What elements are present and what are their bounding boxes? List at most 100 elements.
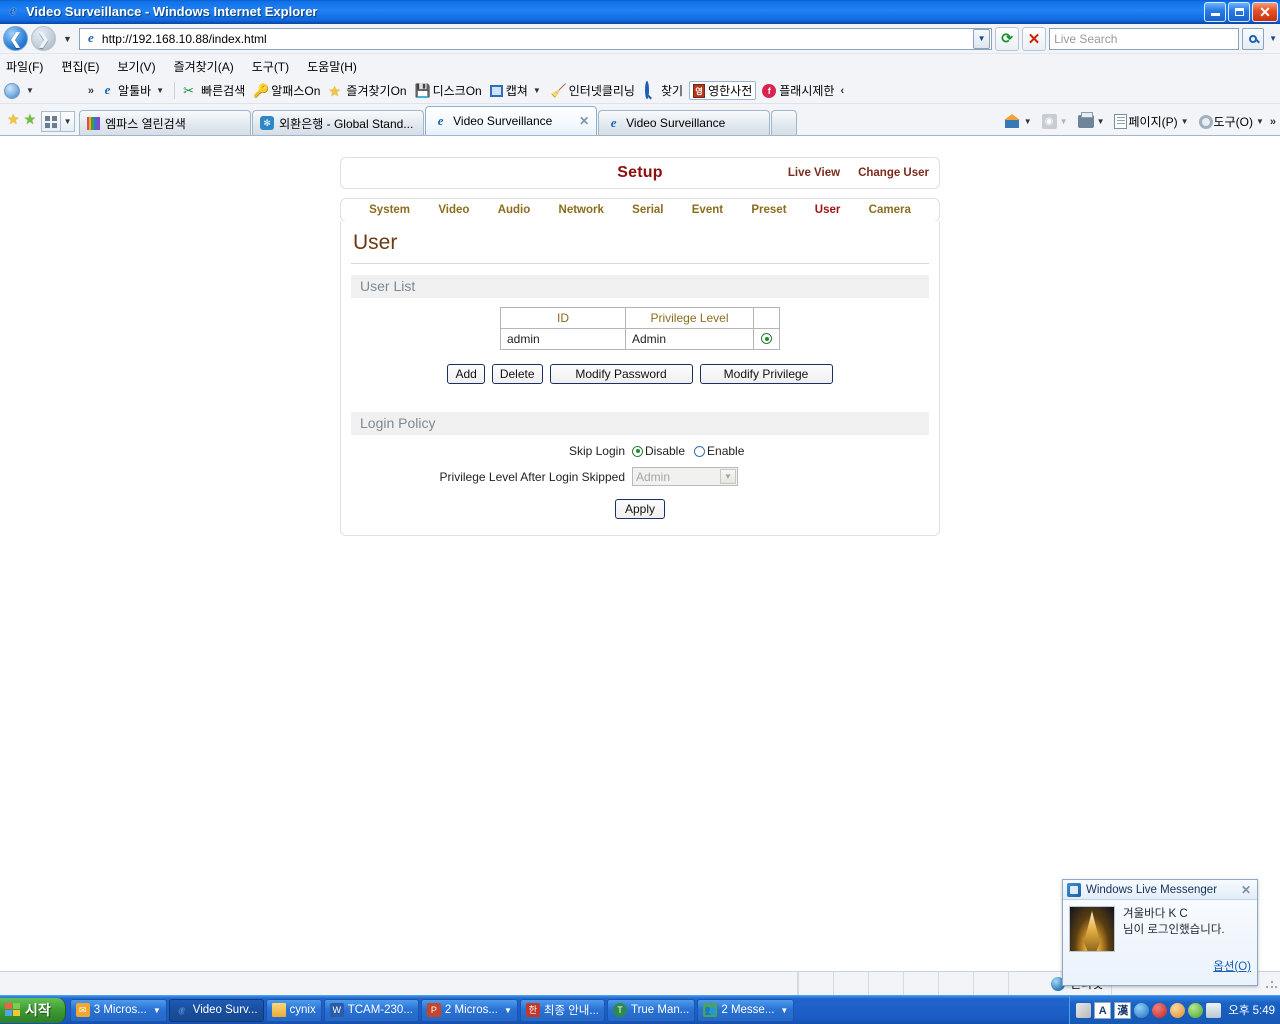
- back-icon[interactable]: [1134, 1002, 1150, 1018]
- radio-disable[interactable]: [632, 445, 643, 457]
- nav-item-camera[interactable]: Camera: [869, 204, 911, 216]
- back-button[interactable]: ❮: [3, 26, 28, 51]
- toolbar-overflow-icon[interactable]: »: [1267, 116, 1276, 128]
- chevron-down-icon[interactable]: ▼: [1179, 117, 1191, 126]
- row-select-radio[interactable]: [761, 333, 772, 344]
- task-tcam-document[interactable]: W TCAM-230...: [323, 998, 419, 1022]
- recent-pages-dropdown-icon[interactable]: ▼: [59, 34, 76, 44]
- menu-item-file[interactable]: 파일(F): [6, 58, 43, 75]
- options-link[interactable]: 옵션(O): [1213, 961, 1251, 973]
- favorites-star-icon[interactable]: ★: [7, 111, 20, 128]
- toolbar-item-quicksearch[interactable]: ✂ 빠른검색: [181, 81, 247, 100]
- toolbar-item-disk-on[interactable]: 💾 디스크On: [413, 81, 484, 100]
- start-button[interactable]: 시작: [0, 997, 66, 1023]
- privilege-level-select[interactable]: Admin ▼: [632, 467, 738, 486]
- nav-item-network[interactable]: Network: [559, 204, 604, 216]
- tab-list-dropdown-icon[interactable]: ▼: [61, 111, 76, 132]
- page-menu-label[interactable]: 페이지(P): [1128, 113, 1177, 130]
- chevron-down-icon[interactable]: ▼: [531, 86, 543, 95]
- nav-item-event[interactable]: Event: [692, 204, 723, 216]
- forward-button[interactable]: ❯: [31, 26, 56, 51]
- toolbar-item-favorites-on[interactable]: ★ 즐겨찾기On: [326, 81, 408, 100]
- task-video-surveillance[interactable]: e Video Surv...: [168, 998, 264, 1022]
- tab-empas[interactable]: 엠파스 열린검색: [79, 110, 252, 135]
- clock[interactable]: 오후 5:49: [1224, 1002, 1275, 1018]
- print-icon[interactable]: [1077, 112, 1094, 128]
- nav-item-system[interactable]: System: [369, 204, 410, 216]
- refresh-button[interactable]: ⟳: [995, 26, 1020, 51]
- add-button[interactable]: Add: [447, 364, 485, 384]
- shield-icon[interactable]: [1188, 1002, 1204, 1018]
- tools-menu-label[interactable]: 도구(O): [1214, 113, 1253, 130]
- change-user-link[interactable]: Change User: [858, 167, 929, 179]
- toolbar-item-internet-cleaning[interactable]: 🧹 인터넷클리닝: [549, 81, 637, 100]
- nav-item-serial[interactable]: Serial: [632, 204, 663, 216]
- chevron-down-icon[interactable]: ▼: [778, 1006, 788, 1015]
- nav-item-user[interactable]: User: [815, 204, 841, 216]
- quick-tabs-icon[interactable]: [41, 111, 62, 132]
- task-final-notice[interactable]: 한 최종 안내...: [519, 998, 605, 1022]
- close-tab-icon[interactable]: ✕: [573, 114, 589, 128]
- delete-button[interactable]: Delete: [491, 364, 543, 384]
- toolbar-options-dropdown-icon[interactable]: ▼: [24, 86, 36, 95]
- tab-video-surveillance-2[interactable]: e Video Surveillance: [598, 110, 771, 135]
- minimize-button[interactable]: [1204, 2, 1226, 22]
- live-view-link[interactable]: Live View: [788, 167, 840, 179]
- toolbar-item-capture[interactable]: 캡쳐 ▼: [488, 81, 545, 100]
- update-icon[interactable]: [1170, 1002, 1186, 1018]
- apply-button[interactable]: Apply: [614, 499, 666, 519]
- nav-item-video[interactable]: Video: [438, 204, 469, 216]
- address-bar[interactable]: e http://192.168.10.88/index.html ▼: [78, 27, 993, 50]
- task-microsoft-group[interactable]: P 2 Micros... ▼: [420, 998, 518, 1022]
- search-input[interactable]: Live Search: [1049, 27, 1240, 50]
- ime-hanja-indicator[interactable]: 漢: [1114, 1001, 1132, 1019]
- restore-button[interactable]: [1228, 2, 1250, 22]
- address-dropdown-icon[interactable]: ▼: [973, 28, 991, 49]
- task-outlook[interactable]: ✉ 3 Micros... ▼: [69, 998, 167, 1022]
- menu-item-tools[interactable]: 도구(T): [252, 58, 289, 75]
- toolbar-overflow-icon[interactable]: »: [88, 85, 94, 97]
- menu-item-edit[interactable]: 편집(E): [61, 58, 99, 75]
- rss-feed-icon[interactable]: ◉: [1041, 114, 1057, 129]
- toolbar-more-icon[interactable]: ‹: [840, 85, 844, 97]
- modify-privilege-button[interactable]: Modify Privilege: [699, 364, 833, 384]
- toolbar-item-find[interactable]: 찾기: [641, 81, 685, 100]
- task-cynix-folder[interactable]: cynix: [265, 998, 322, 1022]
- chevron-down-icon[interactable]: ▼: [720, 469, 736, 484]
- messenger-toast[interactable]: Windows Live Messenger ✕ 겨울바다 K C 님이 로그인…: [1062, 879, 1258, 986]
- chevron-down-icon[interactable]: ▼: [502, 1006, 512, 1015]
- radio-enable[interactable]: [694, 445, 706, 457]
- nav-item-audio[interactable]: Audio: [498, 204, 531, 216]
- clipboard-icon[interactable]: [1206, 1002, 1222, 1018]
- home-icon[interactable]: [1003, 114, 1021, 129]
- stop-button[interactable]: ✕: [1022, 26, 1047, 51]
- cell-select[interactable]: [753, 328, 780, 350]
- search-provider-dropdown-icon[interactable]: ▼: [1267, 34, 1277, 43]
- close-icon[interactable]: ✕: [1241, 883, 1253, 897]
- resize-grip[interactable]: [1262, 975, 1278, 992]
- tab-video-surveillance-active[interactable]: e Video Surveillance ✕: [425, 106, 598, 135]
- chevron-down-icon[interactable]: ▼: [1254, 117, 1266, 126]
- menu-item-view[interactable]: 보기(V): [117, 58, 155, 75]
- chevron-down-icon[interactable]: ▼: [151, 1006, 161, 1015]
- skip-login-disable-option[interactable]: Disable: [632, 444, 685, 458]
- tab-keb-bank[interactable]: ✻ 외환은행 - Global Stand...: [252, 110, 425, 135]
- pen-icon[interactable]: [1076, 1002, 1092, 1018]
- task-messenger-group[interactable]: 👥 2 Messe... ▼: [697, 998, 795, 1022]
- close-button[interactable]: ✕: [1252, 2, 1278, 22]
- menu-item-favorites[interactable]: 즐겨찾기(A): [174, 58, 234, 75]
- chevron-down-icon[interactable]: ▼: [154, 86, 166, 95]
- toolbar-item-alpass[interactable]: 🔑 알패스On: [251, 81, 322, 100]
- toolbar-item-dictionary[interactable]: 영 영한사전: [689, 81, 757, 100]
- windows-logo-icon[interactable]: [4, 82, 20, 99]
- skip-login-enable-option[interactable]: Enable: [694, 444, 744, 458]
- new-tab-button[interactable]: [771, 110, 798, 135]
- block-icon[interactable]: [1152, 1002, 1168, 1018]
- toolbar-item-altoolbar[interactable]: e 알툴바 ▼: [98, 81, 168, 100]
- nav-item-preset[interactable]: Preset: [751, 204, 786, 216]
- add-favorite-icon[interactable]: ★: [24, 111, 37, 128]
- search-go-button[interactable]: [1242, 27, 1265, 50]
- menu-item-help[interactable]: 도움말(H): [307, 58, 357, 75]
- ime-mode-indicator[interactable]: A: [1094, 1001, 1112, 1019]
- table-row[interactable]: admin Admin: [500, 328, 780, 350]
